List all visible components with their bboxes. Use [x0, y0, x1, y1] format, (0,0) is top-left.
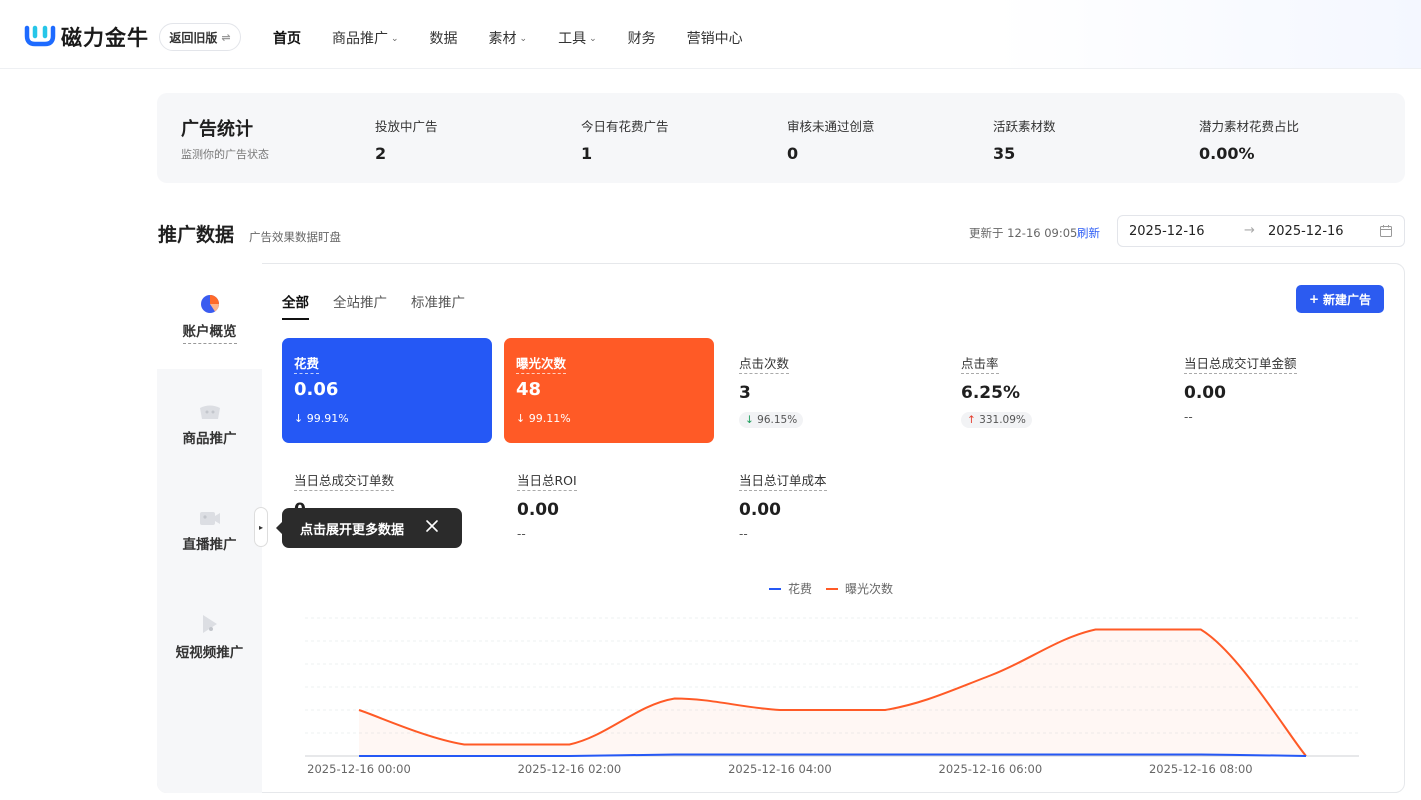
series-area-exposure: [359, 629, 1306, 756]
x-tick-label: 2025-12-16 00:00: [307, 762, 411, 776]
line-chart: 2025-12-16 00:00 2025-12-16 02:00 2025-12-…: [305, 617, 1359, 776]
x-tick-label: 2025-12-16 08:00: [1149, 762, 1253, 776]
x-tick-label: 2025-12-16 04:00: [728, 762, 832, 776]
x-tick-label: 2025-12-16 06:00: [939, 762, 1043, 776]
x-tick-label: 2025-12-16 02:00: [518, 762, 622, 776]
